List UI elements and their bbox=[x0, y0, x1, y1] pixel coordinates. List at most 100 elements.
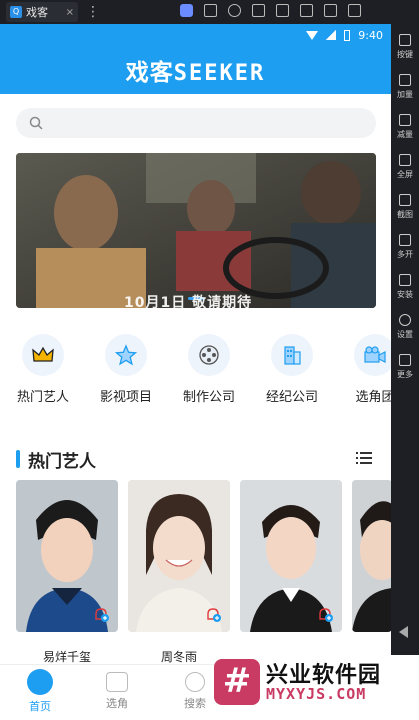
sidebar-label: 全屏 bbox=[397, 170, 413, 179]
camera-nav-icon bbox=[106, 672, 128, 692]
follow-bell-icon[interactable] bbox=[316, 606, 334, 624]
category-label: 影视项目 bbox=[99, 390, 152, 405]
volume-down-icon bbox=[399, 114, 411, 126]
sidebar-settings-button[interactable]: 设置 bbox=[397, 314, 413, 340]
sidebar-more-button[interactable]: 更多 bbox=[397, 354, 413, 380]
gear-icon bbox=[399, 314, 411, 326]
wifi-icon bbox=[306, 30, 319, 40]
search-nav-icon bbox=[185, 672, 205, 692]
category-icon-wrap bbox=[188, 334, 230, 376]
app-tab[interactable]: Q 戏客 × bbox=[6, 2, 78, 22]
artist-card[interactable] bbox=[240, 480, 342, 648]
close-window-icon[interactable] bbox=[348, 4, 361, 17]
list-view-icon[interactable] bbox=[356, 451, 372, 465]
category-row: 热门艺人 影视项目 制作公司 经纪公司 选角团 bbox=[0, 334, 391, 414]
brand-cn: 戏客 bbox=[125, 59, 174, 86]
category-label: 制作公司 bbox=[182, 390, 235, 405]
sidebar-multi-open-button[interactable]: 多开 bbox=[397, 234, 413, 260]
banner-image bbox=[16, 153, 376, 308]
category-film-projects[interactable]: 影视项目 bbox=[86, 334, 166, 405]
emulator-title-bar: Q 戏客 × ⋮ bbox=[0, 0, 419, 24]
category-icon-wrap bbox=[105, 334, 147, 376]
category-label: 选角团 bbox=[355, 390, 391, 405]
crown-icon bbox=[32, 346, 54, 362]
sidebar-label: 减量 bbox=[397, 130, 413, 139]
category-label: 经纪公司 bbox=[265, 390, 318, 405]
sidebar-volume-up-button[interactable]: 加量 bbox=[397, 74, 413, 100]
lightning-icon[interactable] bbox=[180, 4, 193, 17]
banner-caption: 10月1日 敬请期待 bbox=[124, 295, 253, 308]
sidebar-label: 设置 bbox=[397, 330, 413, 339]
mail-icon[interactable] bbox=[252, 4, 265, 17]
menu-icon[interactable]: ⋮ bbox=[86, 4, 100, 20]
category-icon-wrap bbox=[271, 334, 313, 376]
status-time: 9:40 bbox=[358, 28, 383, 42]
artist-photo bbox=[240, 480, 342, 632]
apk-icon bbox=[399, 274, 411, 286]
account-icon[interactable] bbox=[228, 4, 241, 17]
sidebar-label: 安装 bbox=[397, 290, 413, 299]
keyboard-icon bbox=[399, 34, 411, 46]
film-reel-icon bbox=[199, 345, 219, 365]
search-icon bbox=[29, 116, 43, 130]
phone-screen: 9:40 戏客SEEKER 10月1日 敬请期待 热门艺人 影视项目 制作公司 … bbox=[0, 24, 391, 720]
settings-icon[interactable] bbox=[276, 4, 289, 17]
category-label: 热门艺人 bbox=[16, 390, 69, 405]
category-production-companies[interactable]: 制作公司 bbox=[169, 334, 249, 405]
nav-home[interactable]: 首页 bbox=[5, 669, 75, 714]
site-watermark: # 兴业软件园 MYXYJS.COM bbox=[214, 655, 419, 720]
toolbar-icons bbox=[180, 4, 361, 17]
category-casting-teams[interactable]: 选角团 bbox=[335, 334, 391, 405]
nav-casting[interactable]: 选角 bbox=[82, 669, 152, 711]
follow-bell-icon[interactable] bbox=[204, 606, 222, 624]
category-agencies[interactable]: 经纪公司 bbox=[252, 334, 332, 405]
section-header: 热门艺人 bbox=[16, 447, 376, 472]
app-header: 戏客SEEKER bbox=[0, 46, 391, 94]
signal-icon bbox=[326, 30, 337, 40]
home-nav-icon bbox=[27, 669, 53, 695]
search-input[interactable] bbox=[16, 108, 376, 138]
artist-list: 易烊千玺 周冬雨 bbox=[16, 480, 391, 670]
sidebar-screenshot-button[interactable]: 截图 bbox=[397, 194, 413, 220]
artist-card[interactable]: 易烊千玺 bbox=[16, 480, 118, 665]
nav-label: 首页 bbox=[29, 700, 51, 713]
fullscreen-icon bbox=[399, 154, 411, 166]
battery-icon bbox=[344, 29, 351, 41]
section-title: 热门艺人 bbox=[28, 452, 96, 472]
watermark-en: MYXYJS.COM bbox=[266, 685, 367, 703]
status-bar: 9:40 bbox=[0, 24, 391, 46]
artist-photo bbox=[352, 480, 391, 632]
multi-window-icon bbox=[399, 234, 411, 246]
more-icon bbox=[399, 354, 411, 366]
nav-label: 选角 bbox=[106, 697, 128, 710]
sidebar-keys-button[interactable]: 按键 bbox=[397, 34, 413, 60]
section-accent-bar bbox=[16, 450, 20, 468]
sidebar-label: 更多 bbox=[397, 370, 413, 379]
scissors-icon bbox=[399, 194, 411, 206]
sidebar-label: 多开 bbox=[397, 250, 413, 259]
tab-title: 戏客 bbox=[26, 6, 48, 19]
star-icon bbox=[115, 344, 137, 366]
building-icon bbox=[284, 346, 301, 365]
sidebar-label: 截图 bbox=[397, 210, 413, 219]
close-tab-icon[interactable]: × bbox=[66, 7, 74, 18]
sidebar-volume-down-button[interactable]: 减量 bbox=[397, 114, 413, 140]
artist-card[interactable] bbox=[352, 480, 391, 632]
artist-name: 易烊千玺 bbox=[42, 650, 91, 664]
follow-bell-icon[interactable] bbox=[92, 606, 110, 624]
watermark-logo: # bbox=[214, 659, 260, 705]
sidebar-fullscreen-button[interactable]: 全屏 bbox=[397, 154, 413, 180]
maximize-icon[interactable] bbox=[324, 4, 337, 17]
artist-photo bbox=[128, 480, 230, 632]
back-icon[interactable] bbox=[399, 626, 408, 638]
sidebar-label: 加量 bbox=[397, 90, 413, 99]
sidebar-install-button[interactable]: 安装 bbox=[397, 274, 413, 300]
gamepad-icon[interactable] bbox=[204, 4, 217, 17]
category-hot-artists[interactable]: 热门艺人 bbox=[3, 334, 83, 405]
artist-photo bbox=[16, 480, 118, 632]
minimize-icon[interactable] bbox=[300, 4, 313, 17]
banner-carousel[interactable]: 10月1日 敬请期待 bbox=[16, 153, 376, 308]
category-icon-wrap bbox=[354, 334, 391, 376]
emulator-sidebar: 按键 加量 减量 全屏 截图 多开 安装 设置 更多 bbox=[391, 24, 419, 720]
artist-card[interactable]: 周冬雨 bbox=[128, 480, 230, 665]
